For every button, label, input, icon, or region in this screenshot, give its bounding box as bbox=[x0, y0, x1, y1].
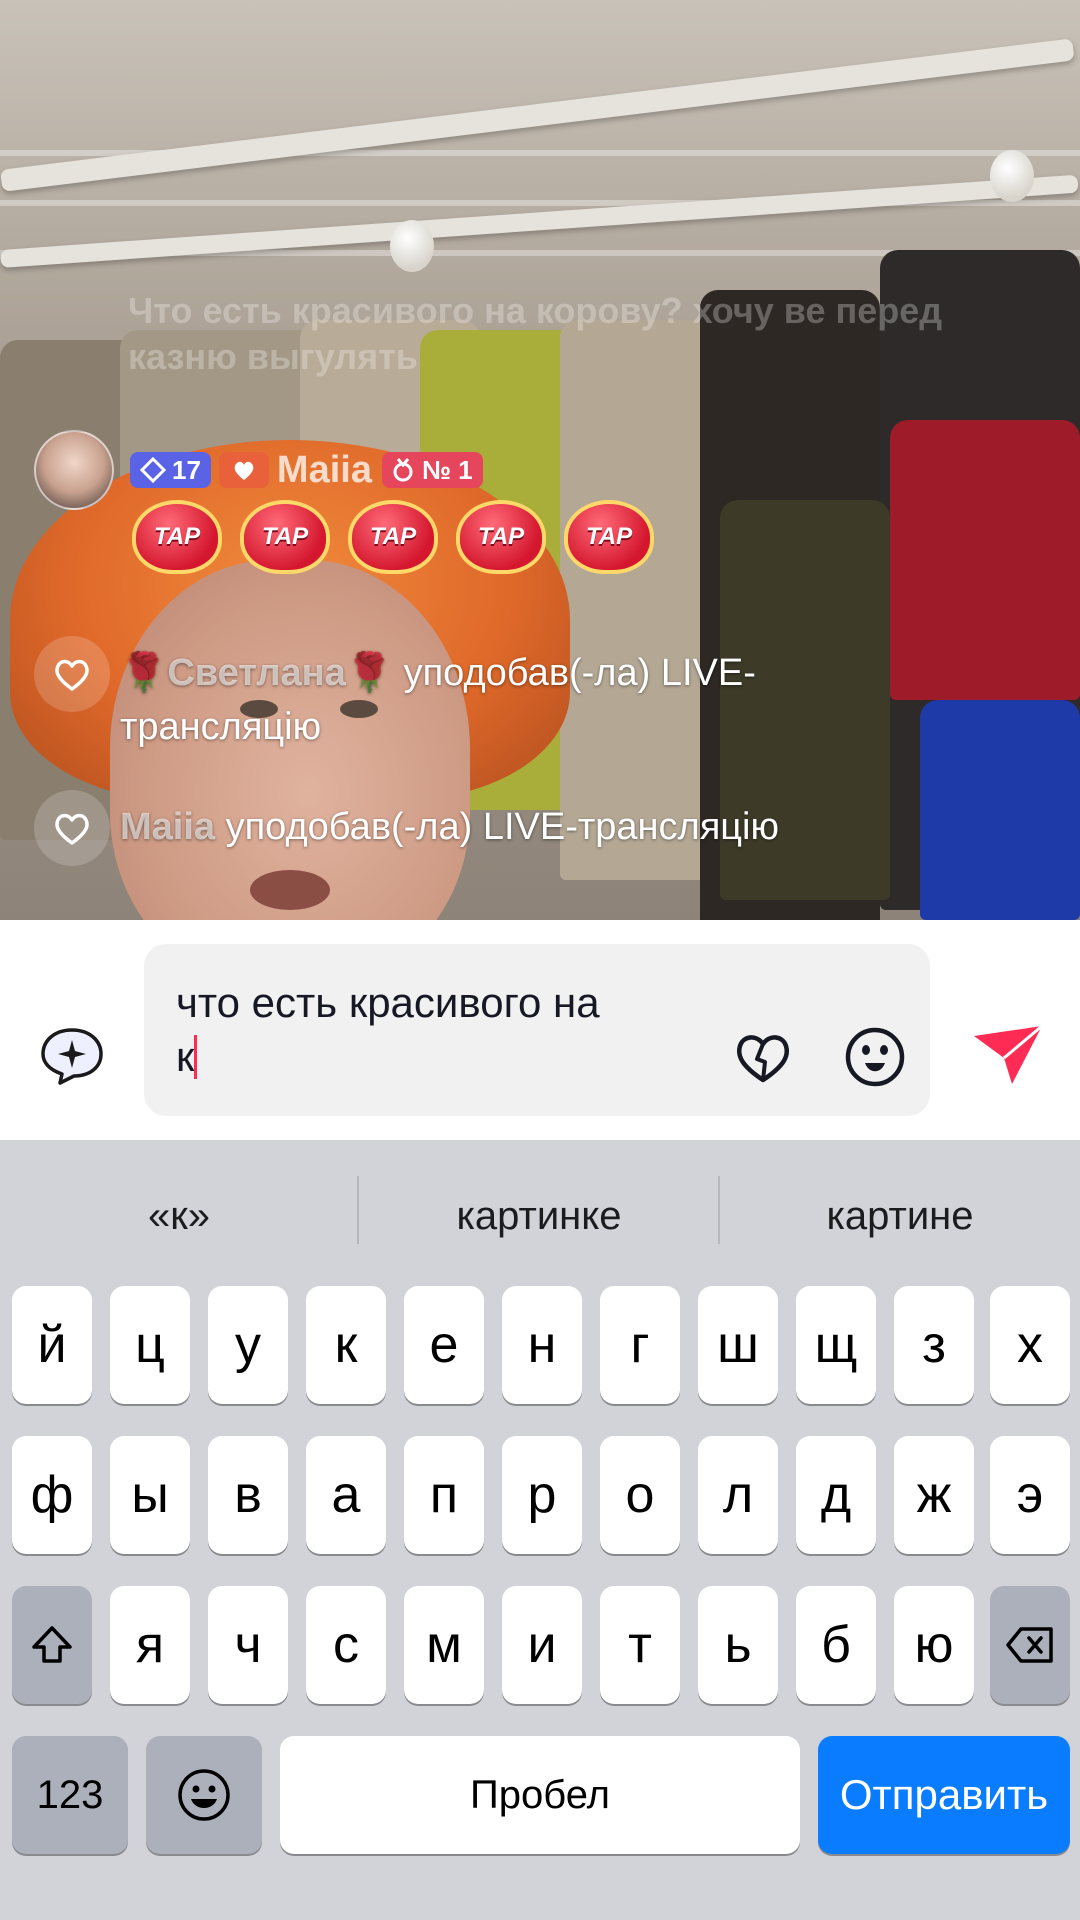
tap-gift-icon: TAP bbox=[456, 500, 546, 574]
suggestion-divider bbox=[718, 1176, 720, 1244]
level-badge: 17 bbox=[130, 452, 211, 488]
emoji-button[interactable] bbox=[844, 1026, 906, 1088]
backspace-key[interactable] bbox=[990, 1586, 1070, 1704]
emoji-face-icon bbox=[178, 1769, 230, 1821]
key-щ[interactable]: щ bbox=[796, 1286, 876, 1404]
smiley-icon bbox=[845, 1027, 905, 1087]
key-п[interactable]: п bbox=[404, 1436, 484, 1554]
event-text: Maiia уподобав(-ла) LIVE-трансляцію bbox=[120, 806, 779, 848]
medal-icon bbox=[393, 458, 413, 482]
tap-gift-icon: TAP bbox=[132, 500, 222, 574]
numbers-key[interactable]: 123 bbox=[12, 1736, 128, 1854]
fan-club-badge bbox=[218, 452, 269, 488]
rank-value: № 1 bbox=[421, 454, 473, 485]
gift-heart-button[interactable] bbox=[732, 1026, 794, 1088]
gift-message: 17 Maiia № 1 bbox=[34, 430, 491, 510]
space-key[interactable]: Пробел bbox=[280, 1736, 800, 1854]
tap-gift-icon: TAP bbox=[564, 500, 654, 574]
level-value: 17 bbox=[172, 454, 201, 485]
tap-gift-icon: TAP bbox=[240, 500, 330, 574]
backspace-icon bbox=[1006, 1627, 1053, 1663]
key-р[interactable]: р bbox=[502, 1436, 582, 1554]
key-н[interactable]: н bbox=[502, 1286, 582, 1404]
comment-input-text[interactable]: что есть красивого на к bbox=[176, 976, 696, 1084]
suggestion-2[interactable]: картинке bbox=[360, 1180, 718, 1252]
key-ш[interactable]: ш bbox=[698, 1286, 778, 1404]
key-ь[interactable]: ь bbox=[698, 1586, 778, 1704]
shift-key[interactable] bbox=[12, 1586, 92, 1704]
key-л[interactable]: л bbox=[698, 1436, 778, 1554]
key-б[interactable]: б bbox=[796, 1586, 876, 1704]
heart-icon bbox=[34, 636, 110, 712]
key-ж[interactable]: ж bbox=[894, 1436, 974, 1554]
avatar[interactable] bbox=[34, 430, 114, 510]
tap-gifts: TAP TAP TAP TAP TAP bbox=[132, 500, 654, 574]
text-caret bbox=[194, 1035, 198, 1079]
send-key[interactable]: Отправить bbox=[818, 1736, 1070, 1854]
key-ф[interactable]: ф bbox=[12, 1436, 92, 1554]
key-е[interactable]: е bbox=[404, 1286, 484, 1404]
ai-sparkle-button[interactable] bbox=[38, 1024, 106, 1086]
like-event: 🌹Светлана🌹 уподобав(-ла) LIVE-трансляцію bbox=[34, 636, 864, 754]
key-я[interactable]: я bbox=[110, 1586, 190, 1704]
gift-username[interactable]: Maiia bbox=[277, 449, 372, 492]
key-ы[interactable]: ы bbox=[110, 1436, 190, 1554]
like-event: Maiia уподобав(-ла) LIVE-трансляцію bbox=[34, 790, 1034, 866]
sparkle-bubble-icon bbox=[41, 1028, 103, 1085]
event-username[interactable]: 🌹Светлана🌹 bbox=[120, 652, 393, 694]
suggestion-divider bbox=[357, 1176, 359, 1244]
key-о[interactable]: о bbox=[600, 1436, 680, 1554]
emoji-keyboard-key[interactable] bbox=[146, 1736, 262, 1854]
key-м[interactable]: м bbox=[404, 1586, 484, 1704]
rank-badge: № 1 bbox=[381, 452, 483, 488]
key-в[interactable]: в bbox=[208, 1436, 288, 1554]
key-г[interactable]: г bbox=[600, 1286, 680, 1404]
key-с[interactable]: с bbox=[306, 1586, 386, 1704]
event-text: 🌹Светлана🌹 уподобав(-ла) LIVE-трансляцію bbox=[120, 652, 756, 748]
suggestion-1[interactable]: «к» bbox=[0, 1180, 358, 1252]
key-ц[interactable]: ц bbox=[110, 1286, 190, 1404]
suggestion-3[interactable]: картине bbox=[721, 1180, 1079, 1252]
key-к[interactable]: к bbox=[306, 1286, 386, 1404]
key-а[interactable]: а bbox=[306, 1436, 386, 1554]
shift-arrow-icon bbox=[32, 1626, 72, 1663]
key-й[interactable]: й bbox=[12, 1286, 92, 1404]
key-ю[interactable]: ю bbox=[894, 1586, 974, 1704]
key-т[interactable]: т bbox=[600, 1586, 680, 1704]
faded-comment: Что есть красивого на корову? хочу ве пе… bbox=[128, 290, 943, 377]
key-э[interactable]: э bbox=[990, 1436, 1070, 1554]
key-ч[interactable]: ч bbox=[208, 1586, 288, 1704]
split-heart-icon bbox=[737, 1035, 789, 1083]
key-и[interactable]: и bbox=[502, 1586, 582, 1704]
event-username[interactable]: Maiia bbox=[120, 806, 215, 848]
key-д[interactable]: д bbox=[796, 1436, 876, 1554]
key-з[interactable]: з bbox=[894, 1286, 974, 1404]
tap-gift-icon: TAP bbox=[348, 500, 438, 574]
diamond-icon bbox=[140, 457, 166, 483]
fan-heart-icon bbox=[234, 461, 254, 480]
heart-icon bbox=[34, 790, 110, 866]
key-у[interactable]: у bbox=[208, 1286, 288, 1404]
key-х[interactable]: х bbox=[990, 1286, 1070, 1404]
send-comment-button[interactable] bbox=[972, 1022, 1044, 1088]
send-arrow-icon bbox=[974, 1024, 1043, 1084]
